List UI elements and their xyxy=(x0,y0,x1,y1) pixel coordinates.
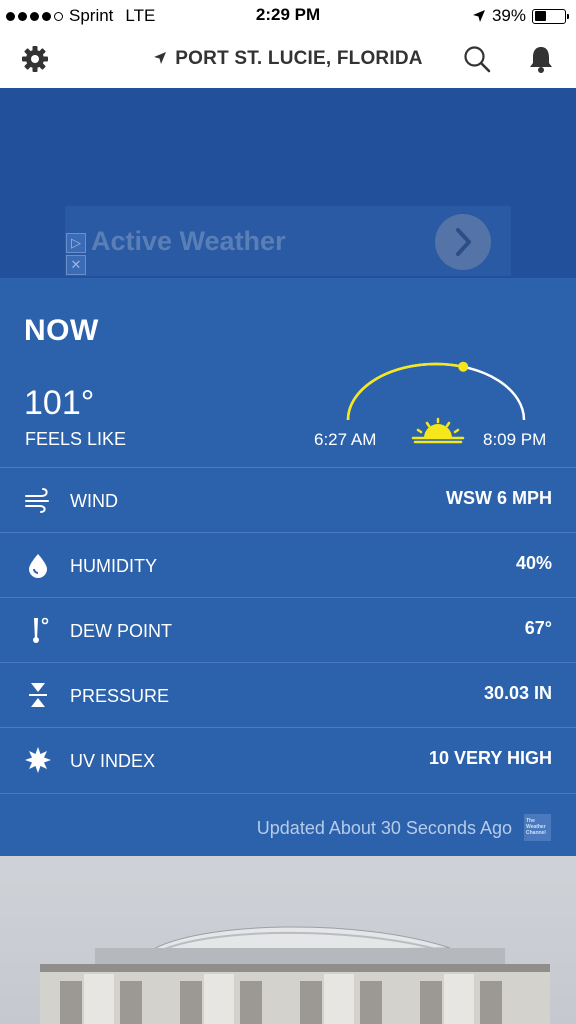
uv-sun-icon xyxy=(25,747,51,773)
detail-value: WSW 6 MPH xyxy=(446,488,552,508)
ad-banner[interactable]: Active Weather xyxy=(65,206,511,276)
now-panel: NOW 101° FEELS LIKE 6:27 AM 8:09 PM WIND xyxy=(0,278,576,856)
location-services-icon xyxy=(472,10,485,22)
chevron-right-icon xyxy=(456,228,471,256)
detail-value: 40% xyxy=(515,553,552,573)
ad-close-icon[interactable]: ✕ xyxy=(66,255,86,275)
detail-value: 67° xyxy=(524,618,552,638)
detail-row-dew-point: DEW POINT 67° xyxy=(0,597,576,662)
search-icon[interactable] xyxy=(462,44,492,74)
detail-value: 10 VERY HIGH xyxy=(428,748,552,768)
dew-point-icon xyxy=(33,617,49,643)
sun-icon xyxy=(411,417,465,444)
bell-icon[interactable] xyxy=(527,44,555,74)
ad-choices-icon[interactable]: ▷ xyxy=(66,233,86,253)
ad-area: Active Weather xyxy=(0,88,576,278)
location-name: PORT ST. LUCIE, FLORIDA xyxy=(175,48,423,69)
detail-row-uv-index: UV INDEX 10 VERY HIGH xyxy=(0,727,576,792)
app-header: PORT ST. LUCIE, FLORIDA xyxy=(0,32,576,88)
detail-row-humidity: HUMIDITY 40% xyxy=(0,532,576,597)
divider xyxy=(0,793,576,794)
battery-level xyxy=(534,11,546,21)
status-right: 39% xyxy=(472,6,569,26)
detail-label: PRESSURE xyxy=(70,686,170,706)
section-title: NOW xyxy=(24,314,99,347)
detail-label: UV INDEX xyxy=(70,751,156,771)
battery-icon xyxy=(532,8,569,24)
detail-label: WIND xyxy=(70,491,118,511)
battery-percent: 39% xyxy=(491,6,526,25)
sun-progress-arc xyxy=(346,362,464,421)
location-arrow-icon xyxy=(154,52,167,64)
sun-position-dot xyxy=(458,361,469,372)
sunrise-time: 6:27 AM xyxy=(314,430,377,449)
detail-row-wind: WIND WSW 6 MPH xyxy=(0,467,576,532)
detail-row-pressure: PRESSURE 30.03 IN xyxy=(0,662,576,727)
ad-choices[interactable]: ▷ ✕ xyxy=(66,233,86,275)
weather-channel-logo[interactable]: The Weather Channel xyxy=(524,814,551,841)
wind-icon xyxy=(25,488,49,513)
detail-label: HUMIDITY xyxy=(70,556,157,576)
feels-like-label: FEELS LIKE xyxy=(25,429,127,449)
temperature: 101° xyxy=(24,384,95,422)
status-bar: Sprint LTE 2:29 PM 39% xyxy=(0,0,576,32)
ad-go-button[interactable] xyxy=(435,214,491,270)
detail-label: DEW POINT xyxy=(70,621,172,641)
news-photo[interactable] xyxy=(0,856,576,1024)
building-image xyxy=(40,926,550,1024)
pressure-icon xyxy=(29,683,47,707)
ad-text: Active Weather xyxy=(91,226,286,256)
humidity-drop-icon xyxy=(29,554,47,578)
updated-timestamp: Updated About 30 Seconds Ago xyxy=(256,818,512,838)
detail-value: 30.03 IN xyxy=(483,683,552,703)
sunset-time: 8:09 PM xyxy=(483,430,547,449)
